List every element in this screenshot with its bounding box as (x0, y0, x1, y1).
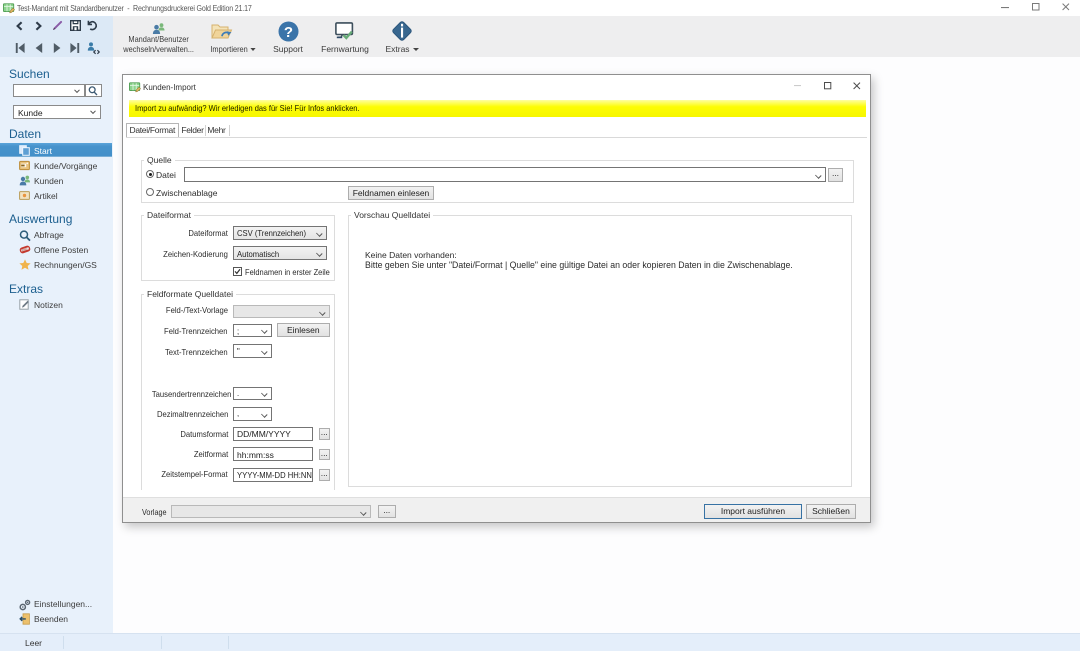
svg-text:?: ? (284, 24, 293, 41)
